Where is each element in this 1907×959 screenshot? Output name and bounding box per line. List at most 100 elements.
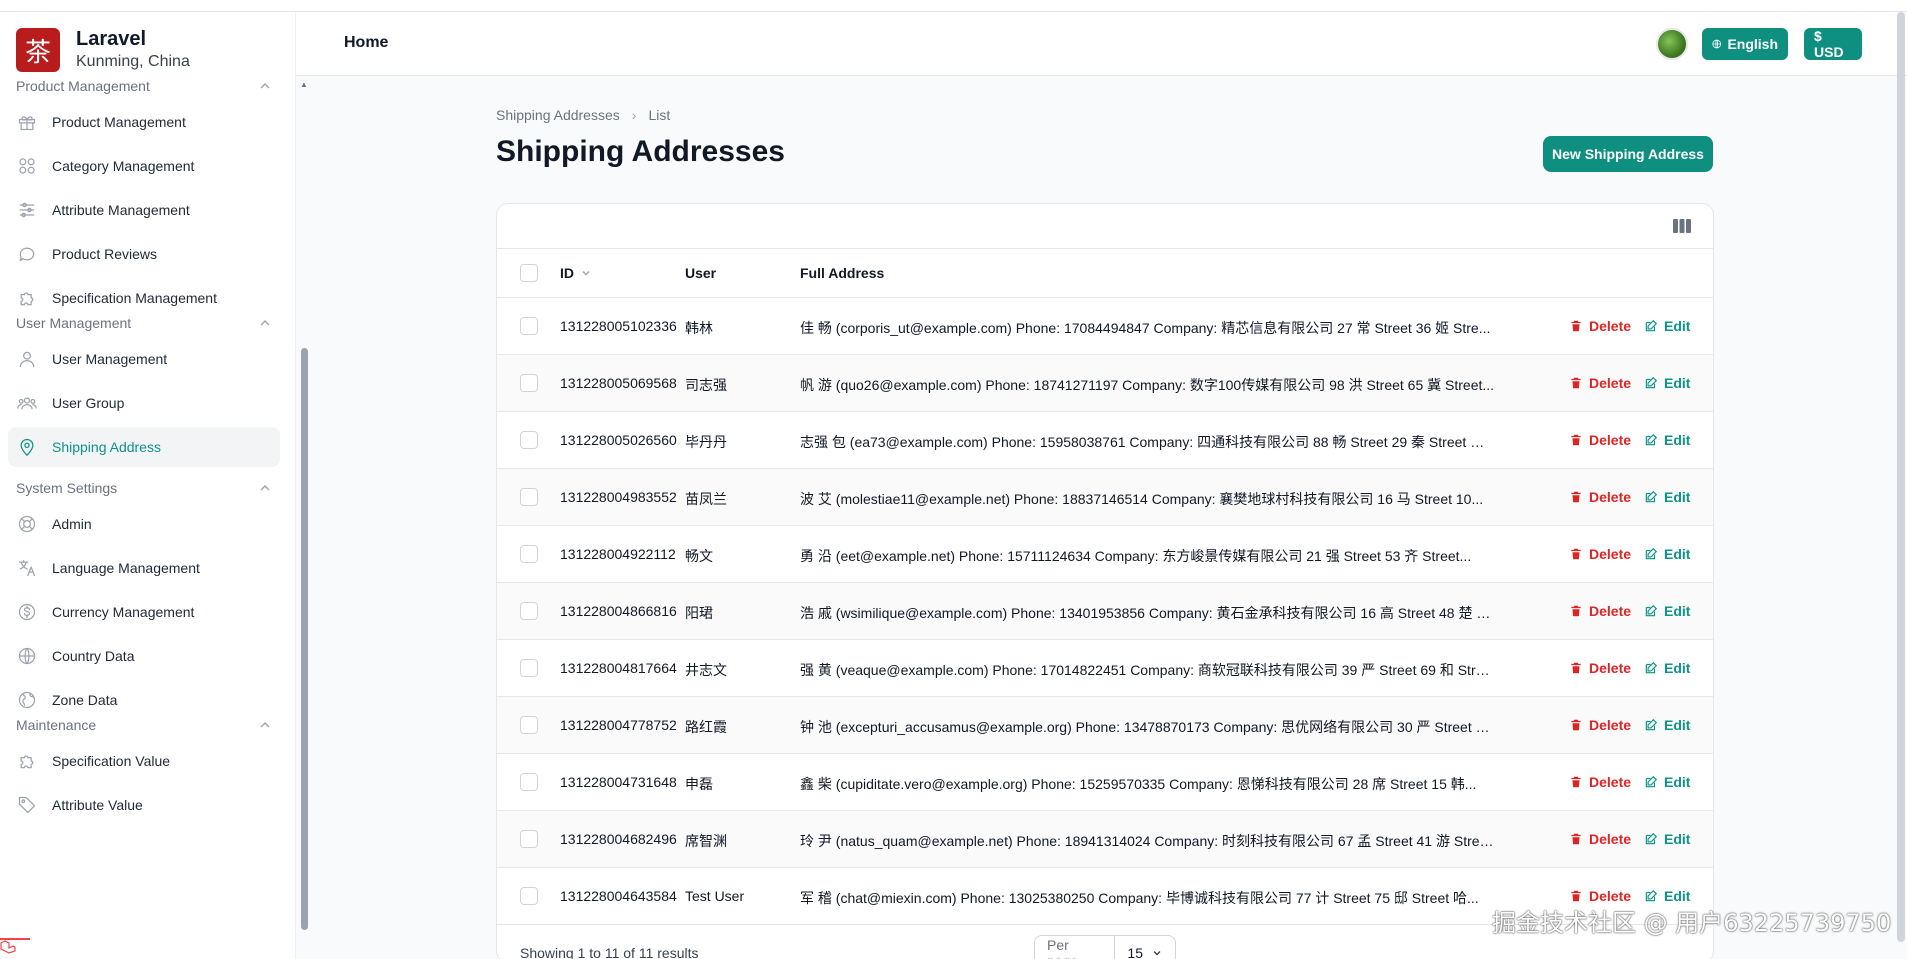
edit-button[interactable]: Edit [1644, 489, 1690, 505]
row-checkbox[interactable] [520, 374, 538, 392]
delete-button[interactable]: Delete [1569, 888, 1631, 904]
currency-button[interactable]: $ USD [1804, 28, 1862, 60]
sidebar-scrollbar[interactable] [301, 348, 308, 930]
row-checkbox[interactable] [520, 773, 538, 791]
new-shipping-address-button[interactable]: New Shipping Address [1543, 136, 1713, 172]
sidebar-item-attribute-value[interactable]: Attribute Value [8, 785, 280, 825]
row-checkbox[interactable] [520, 716, 538, 734]
delete-button[interactable]: Delete [1569, 318, 1631, 334]
row-checkbox[interactable] [520, 545, 538, 563]
nav-group-3[interactable]: Maintenance [16, 713, 272, 737]
edit-label: Edit [1664, 375, 1691, 391]
trash-icon [1571, 320, 1581, 332]
gift-icon [16, 111, 38, 133]
row-id: 131228004778752 [560, 717, 677, 733]
sidebar-item-label: Country Data [52, 648, 135, 664]
row-address: 帆 游 (quo26@example.com) Phone: 187412711… [800, 377, 1495, 393]
sidebar-item-language-management[interactable]: Language Management [8, 548, 280, 588]
per-page-select[interactable]: Per page 15 [1034, 935, 1176, 959]
sidebar-item-label: Attribute Management [52, 202, 190, 218]
table-row: 131228005026560 毕丹丹 志强 包 (ea73@example.com… [497, 412, 1713, 469]
sidebar-item-attribute-management[interactable]: Attribute Management [8, 190, 280, 230]
row-checkbox[interactable] [520, 830, 538, 848]
sidebar-item-specification-value[interactable]: Specification Value [8, 741, 280, 781]
sidebar-item-currency-management[interactable]: Currency Management [8, 592, 280, 632]
pencil-square-icon [1645, 319, 1658, 332]
results-summary: Showing 1 to 11 of 11 results [520, 945, 699, 959]
edit-button[interactable]: Edit [1644, 774, 1690, 790]
row-checkbox[interactable] [520, 887, 538, 905]
row-checkbox[interactable] [520, 602, 538, 620]
select-all-checkbox[interactable] [520, 264, 538, 282]
row-checkbox[interactable] [520, 317, 538, 335]
delete-button[interactable]: Delete [1569, 774, 1631, 790]
sliders-icon [16, 199, 38, 221]
delete-label: Delete [1589, 660, 1632, 676]
table-card: ID User Full Address 131228005102336 韩林 佳 … [496, 203, 1714, 959]
row-user: Test User [685, 888, 745, 904]
edit-button[interactable]: Edit [1644, 603, 1690, 619]
nav-group-2[interactable]: System Settings [16, 476, 272, 500]
brand-name: Laravel [76, 28, 147, 50]
delete-label: Delete [1589, 432, 1632, 448]
chevron-down-icon [1153, 951, 1161, 956]
edit-label: Edit [1664, 717, 1691, 733]
delete-button[interactable]: Delete [1569, 717, 1631, 733]
sidebar-item-label: Category Management [52, 158, 195, 174]
table-row: 131228004817664 井志文 强 黄 (veaque@example.co… [497, 640, 1713, 697]
sidebar-item-category-management[interactable]: Category Management [8, 146, 280, 186]
nav-group-title: Maintenance [16, 717, 97, 733]
delete-button[interactable]: Delete [1569, 432, 1631, 448]
edit-button[interactable]: Edit [1644, 660, 1690, 676]
home-link[interactable]: Home [344, 34, 388, 52]
edit-button[interactable]: Edit [1644, 546, 1690, 562]
sidebar-item-product-management[interactable]: Product Management [8, 102, 280, 142]
per-page-value[interactable]: 15 [1115, 945, 1175, 959]
row-checkbox[interactable] [520, 488, 538, 506]
nav-group-1[interactable]: User Management [16, 311, 272, 335]
columns-icon[interactable] [1673, 218, 1691, 234]
user-column-header: User [685, 265, 717, 281]
sidebar-item-country-data[interactable]: Country Data [8, 636, 280, 676]
table-row: 131228004731648 申磊 鑫 柴 (cupiditate.vero@ex… [497, 754, 1713, 811]
globe-alt-icon [16, 689, 38, 711]
sidebar-item-admin[interactable]: Admin [8, 504, 280, 544]
language-button[interactable]: English [1702, 28, 1788, 60]
brand[interactable]: 茶 Laravel Kunming, China [16, 22, 190, 78]
row-id: 131228004922112 [560, 546, 676, 562]
sidebar-item-shipping-address[interactable]: Shipping Address [8, 427, 280, 467]
scroll-up-icon[interactable]: ▲ [300, 80, 308, 89]
delete-button[interactable]: Delete [1569, 831, 1631, 847]
watermark: 掘金技术社区 @ 用户63225739750 [1492, 909, 1892, 937]
trash-icon [1571, 548, 1581, 560]
nav-group-0[interactable]: Product Management [16, 80, 272, 98]
edit-button[interactable]: Edit [1644, 831, 1690, 847]
id-column-header[interactable]: ID [560, 265, 592, 281]
sidebar-item-user-management[interactable]: User Management [8, 339, 280, 379]
globe-icon [16, 645, 38, 667]
row-address: 波 艾 (molestiae11@example.net) Phone: 188… [800, 491, 1484, 507]
edit-button[interactable]: Edit [1644, 717, 1690, 733]
edit-button[interactable]: Edit [1644, 318, 1690, 334]
breadcrumb-parent[interactable]: Shipping Addresses [496, 107, 620, 123]
delete-button[interactable]: Delete [1569, 546, 1631, 562]
edit-button[interactable]: Edit [1644, 888, 1690, 904]
avatar[interactable] [1656, 28, 1688, 60]
edit-button[interactable]: Edit [1644, 375, 1690, 391]
page-scrollbar[interactable] [1897, 12, 1905, 942]
delete-button[interactable]: Delete [1569, 375, 1631, 391]
row-checkbox[interactable] [520, 431, 538, 449]
sidebar-item-user-group[interactable]: User Group [8, 383, 280, 423]
row-address: 玲 尹 (natus_quam@example.net) Phone: 1894… [800, 833, 1495, 849]
row-user: 司志强 [685, 377, 727, 393]
edit-button[interactable]: Edit [1644, 432, 1690, 448]
chevron-right-icon: › [631, 107, 637, 123]
delete-button[interactable]: Delete [1569, 603, 1631, 619]
row-checkbox[interactable] [520, 659, 538, 677]
grid-icon [16, 155, 38, 177]
row-id: 131228005026560 [560, 432, 677, 448]
id-header-label: ID [560, 265, 574, 281]
delete-button[interactable]: Delete [1569, 489, 1631, 505]
sidebar-item-product-reviews[interactable]: Product Reviews [8, 234, 280, 274]
delete-button[interactable]: Delete [1569, 660, 1631, 676]
